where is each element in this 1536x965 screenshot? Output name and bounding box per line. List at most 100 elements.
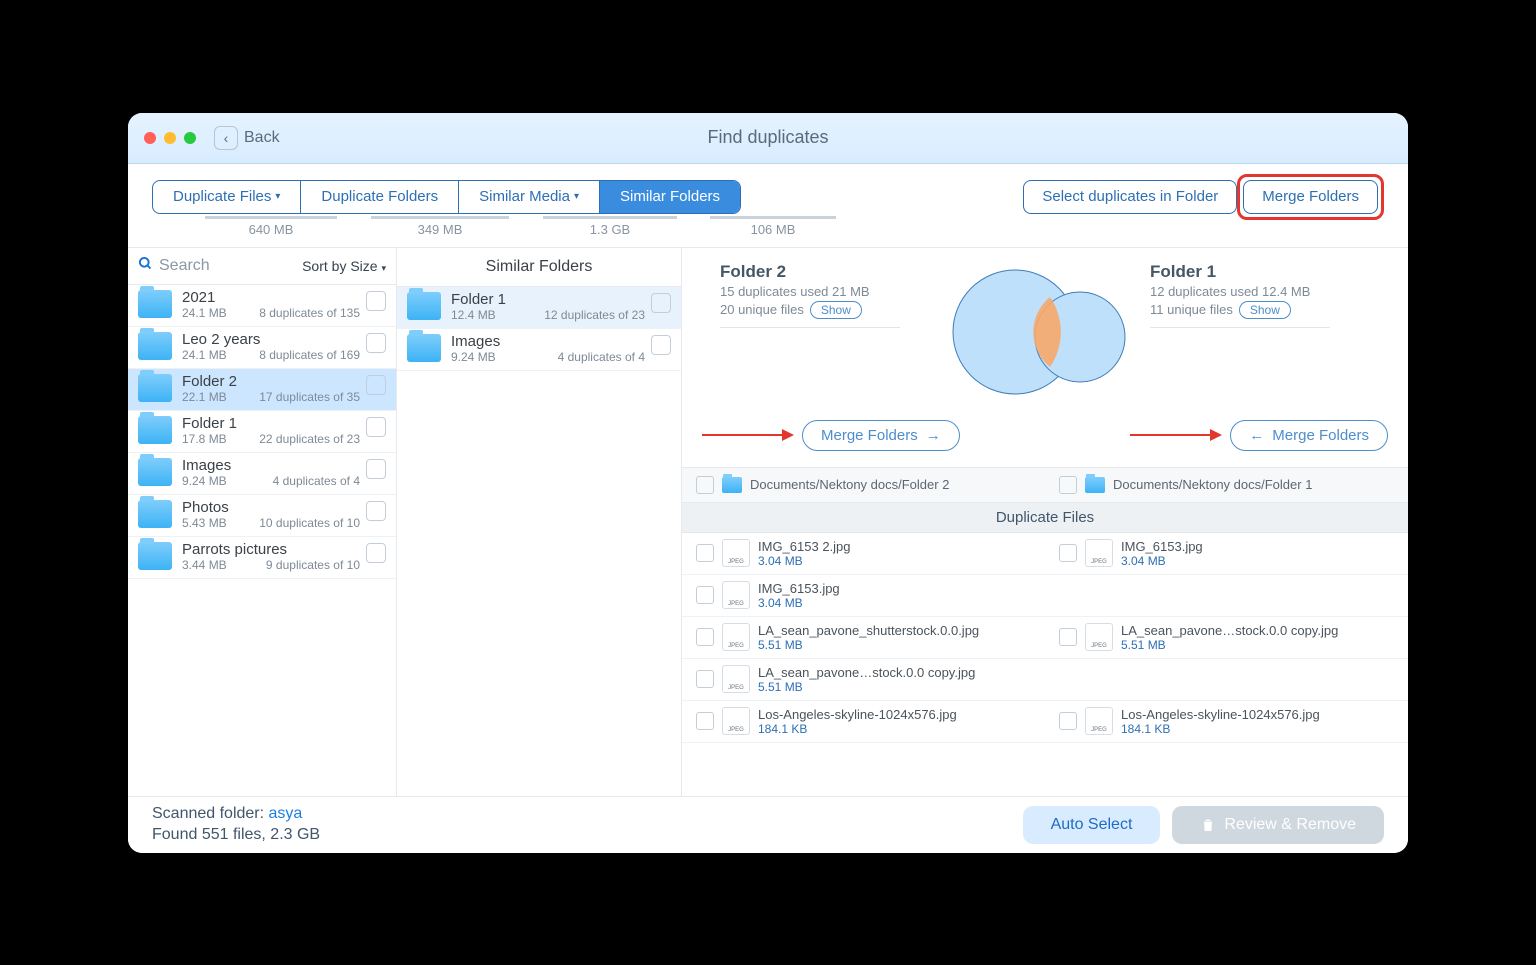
tab-similar-folders[interactable]: Similar Folders — [600, 181, 740, 213]
checkbox[interactable] — [1059, 712, 1077, 730]
folder-icon — [138, 416, 172, 444]
file-thumb-icon — [722, 623, 750, 651]
file-thumb-icon — [1085, 623, 1113, 651]
folder-name: Images — [451, 333, 645, 350]
folder-icon — [138, 374, 172, 402]
checkbox[interactable] — [1059, 544, 1077, 562]
file-size: 184.1 KB — [1121, 722, 1320, 736]
left-path[interactable]: Documents/Nektony docs/Folder 2 — [682, 472, 1045, 498]
file-size: 3.04 MB — [758, 554, 851, 568]
venn-area: Folder 2 15 duplicates used 21 MB 20 uni… — [682, 248, 1408, 410]
checkbox[interactable] — [651, 335, 671, 355]
checkbox[interactable] — [696, 628, 714, 646]
right-path[interactable]: Documents/Nektony docs/Folder 1 — [1045, 472, 1408, 498]
folder-size: 24.1 MB — [182, 306, 227, 320]
file-cell[interactable]: IMG_6153 2.jpg3.04 MB — [682, 533, 1045, 574]
folder-name: Images — [182, 457, 360, 474]
folder-list-item[interactable]: Images 9.24 MB 4 duplicates of 4 — [128, 453, 396, 495]
tab-duplicate-files[interactable]: Duplicate Files▾ — [153, 181, 301, 213]
merge-into-left-button[interactable]: Merge Folders→ — [802, 420, 960, 451]
checkbox[interactable] — [366, 501, 386, 521]
annotation-arrow — [702, 434, 792, 436]
tab-similar-media[interactable]: Similar Media▾ — [459, 181, 600, 213]
search-input[interactable]: Search — [159, 257, 210, 275]
checkbox[interactable] — [696, 712, 714, 730]
scanned-folder-link[interactable]: asya — [269, 805, 303, 822]
folder-list-item[interactable]: Parrots pictures 3.44 MB9 duplicates of … — [128, 537, 396, 579]
file-cell[interactable]: IMG_6153.jpg3.04 MB — [1045, 533, 1408, 574]
arrow-right-icon: → — [926, 427, 941, 444]
folder-path-bar: Documents/Nektony docs/Folder 2 Document… — [682, 467, 1408, 503]
main-content: Search Sort by Size ▾ 2021 24.1 MB8 dupl… — [128, 247, 1408, 796]
close-window-icon[interactable] — [144, 132, 156, 144]
file-cell[interactable]: LA_sean_pavone_shutterstock.0.0.jpg5.51 … — [682, 617, 1045, 658]
checkbox[interactable] — [696, 544, 714, 562]
file-cell[interactable]: Los-Angeles-skyline-1024x576.jpg184.1 KB — [682, 701, 1045, 742]
window-controls — [144, 132, 196, 144]
compare-left-info: Folder 2 15 duplicates used 21 MB 20 uni… — [720, 262, 940, 328]
zoom-window-icon[interactable] — [184, 132, 196, 144]
file-name: Los-Angeles-skyline-1024x576.jpg — [758, 707, 957, 722]
back-button[interactable]: ‹ Back — [214, 126, 280, 150]
select-duplicates-button[interactable]: Select duplicates in Folder — [1023, 180, 1237, 214]
similar-folder-item[interactable]: Images 9.24 MB4 duplicates of 4 — [397, 329, 681, 371]
file-thumb-icon — [722, 665, 750, 693]
checkbox[interactable] — [366, 291, 386, 311]
folder-list-item[interactable]: Folder 2 22.1 MB17 duplicates of 35 — [128, 369, 396, 411]
file-cell[interactable] — [1045, 659, 1408, 700]
folder-list-item[interactable]: Photos 5.43 MB10 duplicates of 10 — [128, 495, 396, 537]
checkbox[interactable] — [366, 543, 386, 563]
folder-name: Photos — [182, 499, 360, 516]
file-cell[interactable]: Los-Angeles-skyline-1024x576.jpg184.1 KB — [1045, 701, 1408, 742]
search-icon[interactable] — [138, 256, 153, 276]
tab-duplicate-folders[interactable]: Duplicate Folders — [301, 181, 459, 213]
merge-folders-button[interactable]: Merge Folders — [1243, 180, 1378, 214]
search-sort-row: Search Sort by Size ▾ — [128, 248, 396, 285]
checkbox[interactable] — [366, 459, 386, 479]
show-unique-right-button[interactable]: Show — [1239, 301, 1291, 319]
file-name: IMG_6153 2.jpg — [758, 539, 851, 554]
file-size: 3.04 MB — [1121, 554, 1203, 568]
checkbox[interactable] — [1059, 628, 1077, 646]
sort-dropdown[interactable]: Sort by Size ▾ — [302, 258, 386, 274]
folder-list-panel: Search Sort by Size ▾ 2021 24.1 MB8 dupl… — [128, 248, 397, 796]
duplicate-file-list[interactable]: IMG_6153 2.jpg3.04 MB IMG_6153.jpg3.04 M… — [682, 533, 1408, 796]
folder-size: 9.24 MB — [182, 474, 227, 488]
file-cell[interactable]: IMG_6153.jpg3.04 MB — [682, 575, 1045, 616]
folder-icon — [138, 458, 172, 486]
show-unique-left-button[interactable]: Show — [810, 301, 862, 319]
review-remove-button[interactable]: Review & Remove — [1172, 806, 1384, 844]
file-row: LA_sean_pavone…stock.0.0 copy.jpg5.51 MB — [682, 659, 1408, 701]
venn-diagram — [940, 262, 1140, 402]
similar-folder-item[interactable]: Folder 1 12.4 MB12 duplicates of 23 — [397, 287, 681, 329]
folder-list-item[interactable]: Folder 1 17.8 MB22 duplicates of 23 — [128, 411, 396, 453]
file-name: LA_sean_pavone…stock.0.0 copy.jpg — [758, 665, 975, 680]
file-row: Los-Angeles-skyline-1024x576.jpg184.1 KB… — [682, 701, 1408, 743]
merge-buttons-row: Merge Folders→ ←Merge Folders — [682, 410, 1408, 467]
checkbox[interactable] — [1059, 476, 1077, 494]
folder-size: 9.24 MB — [451, 350, 496, 364]
folder-icon — [407, 292, 441, 320]
checkbox[interactable] — [651, 293, 671, 313]
checkbox[interactable] — [696, 586, 714, 604]
file-cell[interactable] — [1045, 575, 1408, 616]
folder-icon — [1085, 477, 1105, 493]
folder-list-item[interactable]: 2021 24.1 MB8 duplicates of 135 — [128, 285, 396, 327]
folder-dup-count: 4 duplicates of 4 — [273, 474, 360, 488]
folder-list-item[interactable]: Leo 2 years 24.1 MB8 duplicates of 169 — [128, 327, 396, 369]
checkbox[interactable] — [366, 333, 386, 353]
checkbox[interactable] — [366, 417, 386, 437]
merge-into-right-button[interactable]: ←Merge Folders — [1230, 420, 1388, 451]
folder-size: 24.1 MB — [182, 348, 227, 362]
auto-select-button[interactable]: Auto Select — [1023, 806, 1161, 844]
annotation-highlight: Merge Folders — [1237, 174, 1384, 220]
file-cell[interactable]: LA_sean_pavone…stock.0.0 copy.jpg5.51 MB — [1045, 617, 1408, 658]
checkbox[interactable] — [696, 670, 714, 688]
minimize-window-icon[interactable] — [164, 132, 176, 144]
checkbox[interactable] — [696, 476, 714, 494]
file-cell[interactable]: LA_sean_pavone…stock.0.0 copy.jpg5.51 MB — [682, 659, 1045, 700]
duplicate-files-header: Duplicate Files — [682, 503, 1408, 533]
folder-dup-count: 9 duplicates of 10 — [266, 558, 360, 572]
checkbox[interactable] — [366, 375, 386, 395]
file-row: IMG_6153 2.jpg3.04 MB IMG_6153.jpg3.04 M… — [682, 533, 1408, 575]
